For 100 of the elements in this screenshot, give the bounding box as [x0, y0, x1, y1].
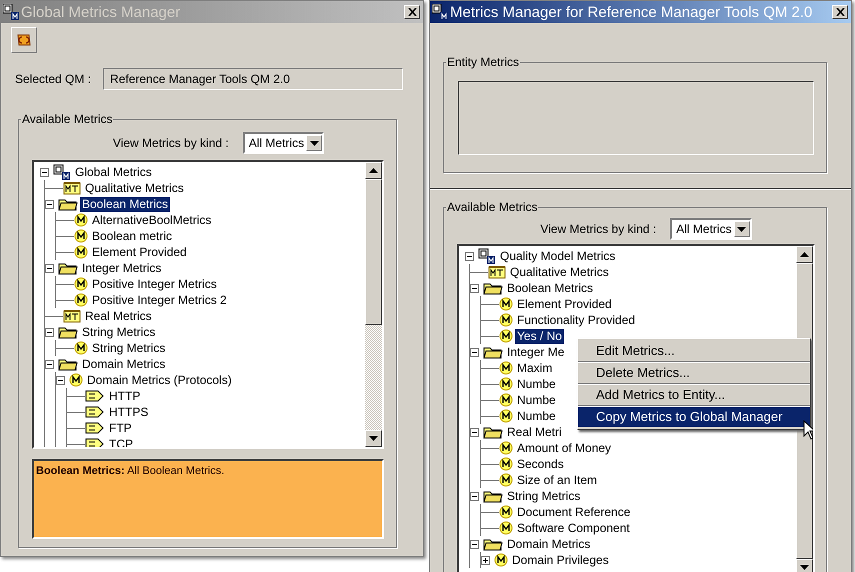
- collapse-toggle[interactable]: [470, 492, 481, 500]
- tree-item[interactable]: Integer Me: [505, 344, 566, 360]
- tree-item[interactable]: Numbe: [515, 376, 558, 392]
- tree-item[interactable]: Positive Integer Metrics 2: [90, 292, 229, 308]
- close-icon: [836, 8, 844, 16]
- close-button[interactable]: [832, 5, 848, 19]
- kind-dropdown[interactable]: All Metrics: [670, 218, 752, 240]
- collapse-toggle[interactable]: [45, 360, 56, 368]
- collapse-toggle[interactable]: [465, 252, 476, 260]
- metric-icon: [499, 297, 513, 311]
- caret-icon: [310, 140, 319, 146]
- tree-item[interactable]: Amount of Money: [515, 440, 614, 456]
- tree-item[interactable]: String Metrics: [90, 340, 168, 356]
- selected-qm-label: Selected QM :: [15, 72, 92, 86]
- tree-item[interactable]: Document Reference: [515, 504, 632, 520]
- metric-icon: [74, 277, 88, 291]
- menu-item[interactable]: Add Metrics to Entity...: [578, 385, 810, 405]
- metric-icon: [499, 361, 513, 375]
- metric-icon: [74, 245, 88, 259]
- tree-item[interactable]: Global Metrics: [73, 164, 154, 180]
- collapse-toggle[interactable]: [40, 168, 51, 176]
- element-tag-icon: [85, 389, 105, 403]
- tree-item[interactable]: Qualitative Metrics: [508, 264, 611, 280]
- tree-item[interactable]: Maxim: [515, 360, 554, 376]
- menu-item[interactable]: Copy Metrics to Global Manager: [578, 407, 810, 427]
- tree-item[interactable]: Integer Metrics: [80, 260, 164, 276]
- metric-icon: [499, 409, 513, 423]
- collapse-toggle[interactable]: [45, 264, 56, 272]
- collapse-toggle[interactable]: [470, 348, 481, 356]
- collapse-toggle[interactable]: [56, 376, 67, 384]
- tree-item[interactable]: Real Metri: [505, 424, 564, 440]
- metric-icon: [499, 313, 513, 327]
- kind-dropdown[interactable]: All Metrics: [242, 132, 324, 154]
- metric-icon: [499, 441, 513, 455]
- scrollbar[interactable]: [365, 162, 382, 447]
- group-title: Available Metrics: [446, 200, 538, 214]
- tree-item[interactable]: Boolean metric: [90, 228, 174, 244]
- tree-item[interactable]: Boolean Metrics: [80, 196, 170, 212]
- tree-item[interactable]: Size of an Item: [515, 472, 600, 488]
- metric-icon: [499, 377, 513, 391]
- scroll-up-icon: [369, 168, 378, 173]
- collapse-toggle[interactable]: [470, 284, 481, 292]
- folder-icon: [483, 281, 503, 295]
- tree-item[interactable]: Element Provided: [515, 296, 614, 312]
- metric-icon: [499, 329, 513, 343]
- close-button[interactable]: [404, 5, 420, 19]
- element-tag-icon: [85, 437, 105, 447]
- tree-item[interactable]: Domain Metrics (Protocols): [85, 372, 234, 388]
- window-title: Global Metrics Manager: [21, 4, 182, 20]
- tree-item[interactable]: Yes / No: [515, 328, 564, 344]
- metric-icon: [74, 293, 88, 307]
- group-title: Available Metrics: [21, 112, 114, 126]
- collapse-toggle[interactable]: [470, 428, 481, 436]
- tree-item[interactable]: Seconds: [515, 456, 566, 472]
- tree-item[interactable]: Real Metrics: [83, 308, 154, 324]
- element-tag-icon: [85, 421, 105, 435]
- description-text: Boolean Metrics: All Boolean Metrics.: [32, 459, 384, 539]
- tree-item[interactable]: Functionality Provided: [515, 312, 638, 328]
- tree-item[interactable]: AlternativeBoolMetrics: [90, 212, 214, 228]
- metric-icon: [494, 553, 508, 567]
- tree-item[interactable]: HTTP: [107, 388, 142, 404]
- tree-item[interactable]: Software Component: [515, 520, 632, 536]
- close-icon: [408, 8, 416, 16]
- scroll-down-icon: [800, 565, 809, 570]
- tree-item[interactable]: String Metrics: [505, 488, 582, 504]
- metric-icon: [499, 473, 513, 487]
- tree-item[interactable]: Element Provided: [90, 244, 189, 260]
- folder-icon: [483, 425, 503, 439]
- menu-item[interactable]: Edit Metrics...: [578, 341, 810, 361]
- folder-icon: [483, 489, 503, 503]
- collapse-toggle[interactable]: [470, 540, 481, 548]
- tree-item[interactable]: String Metrics: [80, 324, 158, 340]
- app-icon: [3, 4, 19, 20]
- folder-icon: [58, 357, 78, 371]
- tree-item[interactable]: Domain Privileges: [510, 552, 611, 568]
- metric-type-icon: [488, 265, 506, 279]
- tree-item[interactable]: Domain Metrics: [80, 356, 168, 372]
- metric-type-icon: [63, 181, 81, 195]
- tree-item[interactable]: Numbe: [515, 392, 558, 408]
- folder-icon: [58, 197, 78, 211]
- tree-item[interactable]: Boolean Metrics: [505, 280, 596, 296]
- tree-item[interactable]: Positive Integer Metrics: [90, 276, 219, 292]
- metric-icon: [499, 521, 513, 535]
- expand-toggle[interactable]: [481, 556, 492, 564]
- tree-item[interactable]: Numbe: [515, 408, 558, 424]
- view-label: View Metrics by kind :: [540, 222, 656, 236]
- collapse-toggle[interactable]: [45, 328, 56, 336]
- tree-item[interactable]: Qualitative Metrics: [83, 180, 186, 196]
- metric-icon: [74, 229, 88, 243]
- tree-item[interactable]: Quality Model Metrics: [498, 248, 618, 264]
- metric-icon: [74, 341, 88, 355]
- metric-icon: [69, 373, 83, 387]
- tree-item[interactable]: Domain Metrics: [505, 536, 592, 552]
- tree-item[interactable]: HTTPS: [107, 404, 150, 420]
- element-tag-icon: [85, 405, 105, 419]
- collapse-toggle[interactable]: [45, 200, 56, 208]
- refresh-button[interactable]: [11, 27, 37, 53]
- menu-item[interactable]: Delete Metrics...: [578, 363, 810, 383]
- tree-item[interactable]: FTP: [107, 420, 134, 436]
- folder-icon: [483, 537, 503, 551]
